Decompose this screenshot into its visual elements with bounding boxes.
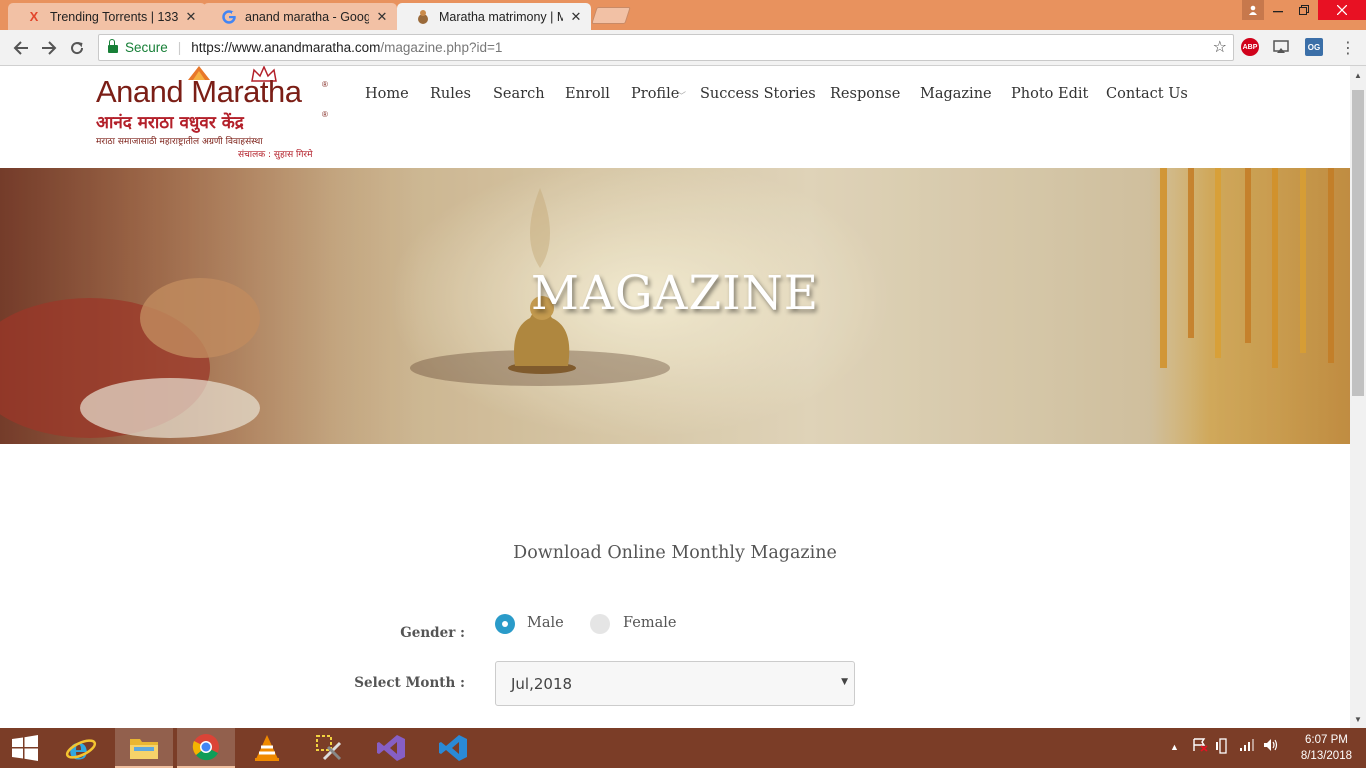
gender-male-radio[interactable]	[495, 614, 515, 634]
file-explorer-icon[interactable]	[115, 728, 173, 768]
page-viewport: Anand Maratha ® आनंद मराठा वधुवर केंद्र …	[0, 66, 1350, 728]
nav-rules[interactable]: Rules	[430, 86, 471, 102]
nav-photo-edit[interactable]: Photo Edit	[1011, 86, 1088, 102]
url-host: https://www.anandmaratha.com	[191, 40, 381, 55]
og-extension-icon[interactable]: OG	[1305, 38, 1323, 56]
browser-tab-1337x[interactable]: X Trending Torrents | 1337x ✕	[8, 3, 206, 30]
browser-tab-google[interactable]: anand maratha - Google ✕	[203, 3, 397, 30]
flag-icon[interactable]	[1192, 738, 1208, 755]
logo-registered-mark: ®	[322, 110, 328, 119]
nav-home[interactable]: Home	[365, 86, 409, 102]
scroll-down-icon[interactable]: ▼	[1350, 712, 1366, 726]
nav-profile[interactable]: Profile	[631, 86, 679, 102]
gender-female-radio[interactable]	[590, 614, 610, 634]
close-tab-icon[interactable]: ✕	[569, 9, 583, 25]
windows-taskbar: e ▲ 6:07 PM 8/13/2018	[0, 728, 1366, 768]
back-icon[interactable]	[9, 36, 33, 60]
close-tab-icon[interactable]: ✕	[184, 9, 198, 25]
forward-icon[interactable]	[37, 36, 61, 60]
month-label: Select Month :	[354, 675, 465, 691]
bookmark-star-icon[interactable]: ☆	[1213, 37, 1227, 57]
restore-icon[interactable]	[1292, 0, 1316, 20]
google-icon	[221, 9, 237, 25]
chevron-down-icon: ▼	[841, 677, 848, 687]
browser-tab-maratha[interactable]: Maratha matrimony | Ma ✕	[397, 3, 591, 30]
month-select-value: Jul,2018	[511, 674, 573, 693]
new-tab-button[interactable]	[591, 7, 631, 24]
show-hidden-icons-icon[interactable]: ▲	[1170, 742, 1179, 752]
browser-toolbar: Secure | https://www.anandmaratha.com/ma…	[0, 30, 1366, 66]
gender-female-label[interactable]: Female	[623, 615, 676, 631]
logo-name-mr: आनंद मराठा वधुवर केंद्र	[96, 113, 244, 133]
url-path: /magazine.php?id=1	[380, 40, 503, 55]
volume-icon[interactable]	[1263, 738, 1279, 755]
security-label: Secure	[125, 40, 168, 55]
hero-title: MAGAZINE	[530, 266, 820, 321]
page-scrollbar[interactable]: ▲ ▼	[1350, 66, 1366, 728]
omnibox-divider: |	[177, 40, 182, 55]
clock-date: 8/13/2018	[1300, 750, 1352, 762]
site-header: Anand Maratha ® आनंद मराठा वधुवर केंद्र …	[0, 66, 1350, 168]
nav-response[interactable]: Response	[830, 86, 900, 102]
page-heading: Download Online Monthly Magazine	[513, 543, 837, 563]
battery-icon[interactable]	[1215, 738, 1231, 757]
profile-icon[interactable]	[1242, 0, 1264, 20]
tab-title: Trending Torrents | 1337x	[50, 9, 178, 24]
vs-code-icon[interactable]	[424, 728, 482, 768]
clock-time: 6:07 PM	[1305, 734, 1348, 746]
x-icon: X	[29, 9, 39, 24]
minimize-icon[interactable]	[1266, 0, 1290, 20]
tab-title: Maratha matrimony | Ma	[439, 9, 563, 24]
logo-name-en: Anand Maratha	[96, 74, 302, 109]
site-logo[interactable]: Anand Maratha ® आनंद मराठा वधुवर केंद्र …	[96, 66, 332, 162]
tab-title: anand maratha - Google	[245, 9, 369, 24]
scrollbar-thumb[interactable]	[1352, 90, 1364, 396]
internet-explorer-icon[interactable]: e	[52, 728, 110, 768]
chevron-down-icon: ﹀	[677, 91, 687, 101]
nav-success-stories[interactable]: Success Stories	[700, 86, 816, 102]
scroll-up-icon[interactable]: ▲	[1350, 68, 1366, 82]
close-tab-icon[interactable]: ✕	[375, 9, 389, 25]
address-bar[interactable]: Secure | https://www.anandmaratha.com/ma…	[98, 34, 1234, 61]
browser-tabstrip: X Trending Torrents | 1337x ✕ anand mara…	[0, 0, 1366, 30]
close-window-icon[interactable]	[1318, 0, 1366, 20]
hero-banner: MAGAZINE	[0, 168, 1350, 444]
menu-icon[interactable]: ⋮	[1336, 36, 1360, 60]
cast-icon[interactable]	[1272, 38, 1290, 56]
tools-icon[interactable]	[300, 728, 358, 768]
start-icon[interactable]	[0, 728, 50, 768]
logo-tagline: मराठा समाजासाठी महाराष्ट्रातील अग्रणी वि…	[96, 137, 263, 147]
logo-director: संचालक : सुहास गिरमे	[238, 150, 313, 160]
network-icon[interactable]	[1239, 738, 1255, 755]
gender-label: Gender :	[400, 625, 465, 641]
chrome-icon[interactable]	[177, 728, 235, 768]
visual-studio-icon[interactable]	[362, 728, 420, 768]
adblock-icon[interactable]: ABP	[1241, 38, 1259, 56]
month-select[interactable]: Jul,2018 ▼	[495, 661, 855, 706]
nav-enroll[interactable]: Enroll	[565, 86, 610, 102]
logo-registered-mark: ®	[322, 80, 328, 89]
vlc-icon[interactable]	[238, 728, 296, 768]
site-icon	[415, 9, 431, 25]
reload-icon[interactable]	[65, 36, 89, 60]
lock-icon	[108, 39, 118, 53]
nav-search[interactable]: Search	[493, 86, 545, 102]
nav-contact-us[interactable]: Contact Us	[1106, 86, 1188, 102]
gender-male-label[interactable]: Male	[527, 615, 564, 631]
system-clock[interactable]: 6:07 PM 8/13/2018	[1301, 732, 1352, 764]
nav-magazine[interactable]: Magazine	[920, 86, 992, 102]
